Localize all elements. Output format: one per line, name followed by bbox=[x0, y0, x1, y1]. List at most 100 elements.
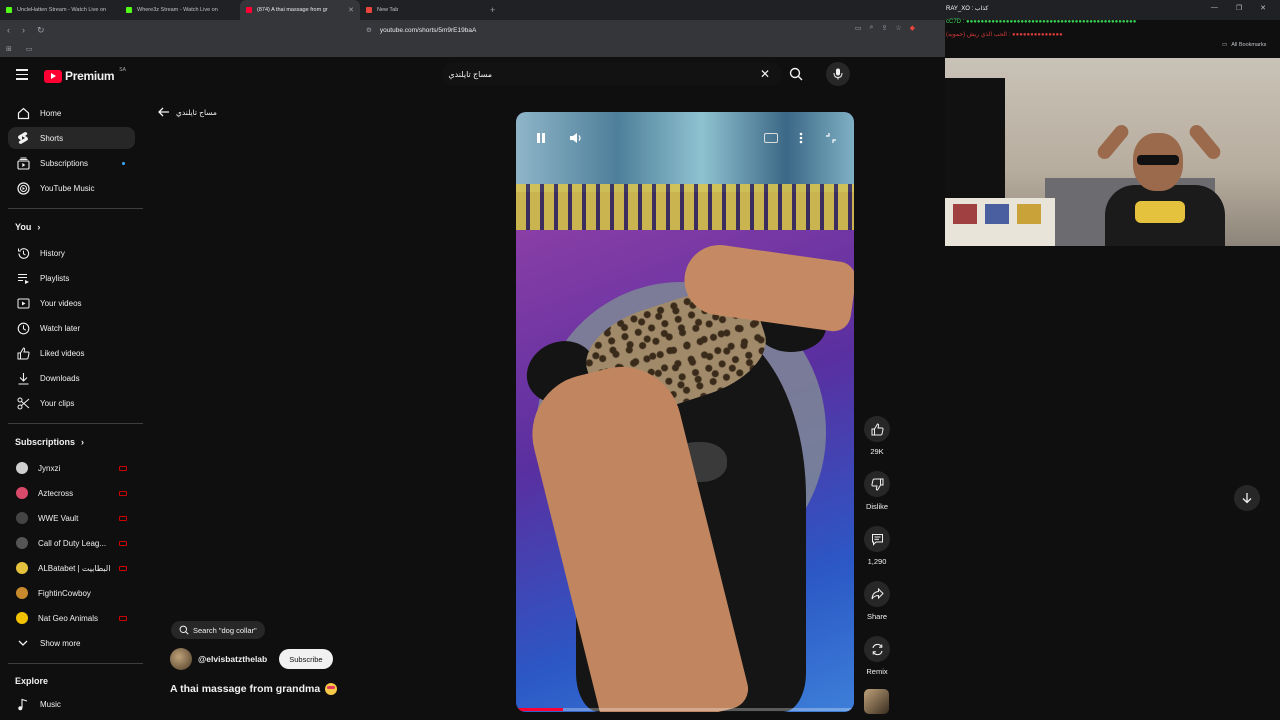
subscription-item[interactable]: Aztecross bbox=[8, 482, 135, 504]
channel-avatar bbox=[16, 537, 28, 549]
url-field[interactable]: ⚙ youtube.com/shorts/5m9rE19baA bbox=[366, 23, 906, 37]
chip-label: Search "dog collar" bbox=[193, 625, 257, 635]
dislike-label: Dislike bbox=[865, 502, 889, 511]
shorts-video-player[interactable] bbox=[516, 112, 854, 712]
sidebar-item-playlists[interactable]: Playlists bbox=[8, 267, 135, 289]
address-bar: ‹ › ↻ ⚙ youtube.com/shorts/5m9rE19baA ▭ … bbox=[0, 20, 945, 40]
divider bbox=[8, 423, 143, 424]
search-suggestion-chip[interactable]: Search "dog collar" bbox=[171, 621, 265, 639]
clear-search-icon[interactable]: ✕ bbox=[760, 67, 770, 81]
pause-button[interactable] bbox=[531, 128, 551, 148]
sidebar-item-watch-later[interactable]: Watch later bbox=[8, 317, 135, 339]
site-info-icon[interactable]: ⚙ bbox=[366, 26, 372, 34]
logo-text: Premium bbox=[65, 69, 115, 83]
channel-avatar bbox=[16, 612, 28, 624]
next-video-button[interactable] bbox=[1234, 485, 1260, 511]
brave-shield-icon[interactable]: ◆ bbox=[910, 24, 915, 32]
screen: UncleHatten Stream - Watch Live on Where… bbox=[0, 0, 1280, 720]
channel-avatar bbox=[16, 462, 28, 474]
sidebar-item-label: Nat Geo Animals bbox=[38, 613, 99, 623]
sidebar-item-your-clips[interactable]: Your clips bbox=[8, 392, 135, 414]
search-input[interactable]: مساج تايلندي bbox=[448, 70, 492, 79]
live-icon bbox=[119, 565, 127, 571]
sidebar-item-label: ALBatabet | البطابيت bbox=[38, 563, 111, 573]
sidebar-section-subscriptions[interactable]: Subscriptions › bbox=[15, 437, 84, 447]
comments-button[interactable]: 1,290 bbox=[862, 526, 892, 566]
sidebar-item-home[interactable]: Home bbox=[8, 102, 135, 124]
folder-icon[interactable]: ▭ bbox=[26, 45, 33, 53]
forward-icon[interactable]: › bbox=[22, 25, 25, 36]
sidebar-item-label: Shorts bbox=[40, 133, 64, 143]
divider bbox=[8, 208, 143, 209]
browser-tab[interactable]: Where3z Stream - Watch Live on bbox=[120, 0, 240, 20]
dislike-button[interactable]: Dislike bbox=[862, 471, 892, 511]
reload-icon[interactable]: ↻ bbox=[37, 25, 45, 36]
share-icon[interactable]: ⇪ bbox=[881, 24, 887, 32]
cast-icon[interactable]: ▭ bbox=[855, 24, 862, 32]
volume-button[interactable] bbox=[566, 128, 586, 148]
your-videos-icon bbox=[16, 296, 30, 310]
sidebar-item-label: History bbox=[40, 248, 65, 258]
show-more-button[interactable]: Show more bbox=[8, 632, 135, 654]
subscription-item[interactable]: Call of Duty Leag... bbox=[8, 532, 135, 554]
new-tab-icon[interactable]: + bbox=[490, 5, 495, 15]
chat-message: الحب الذي ريش (حمويه) : ●●●●●●●●●●●●●● bbox=[946, 32, 1063, 38]
voice-search-button[interactable] bbox=[826, 62, 850, 86]
sidebar-item-music[interactable]: Music bbox=[8, 693, 135, 715]
all-bookmarks[interactable]: ▭ All Bookmarks bbox=[1222, 42, 1266, 48]
apps-icon[interactable]: ⊞ bbox=[6, 45, 12, 53]
like-button[interactable]: 29K bbox=[862, 416, 892, 456]
comment-icon bbox=[864, 526, 890, 552]
stream-chat-overlay: RAY_XO : كذاب cC7D : ●●●●●●●●●●●●●●●●●●●… bbox=[946, 3, 1276, 42]
channel-name[interactable]: @elvisbatzthelab bbox=[198, 654, 267, 664]
browser-tab[interactable]: New Tab bbox=[360, 0, 480, 20]
sidebar-item-youtube-music[interactable]: YouTube Music bbox=[8, 177, 135, 199]
back-to-results-button[interactable]: مساج تايلندي bbox=[158, 107, 217, 117]
subscribe-button[interactable]: Subscribe bbox=[279, 649, 333, 669]
fullscreen-button[interactable] bbox=[821, 128, 841, 148]
browser-tab[interactable]: UncleHatten Stream - Watch Live on bbox=[0, 0, 120, 20]
sidebar-item-subscriptions[interactable]: Subscriptions bbox=[8, 152, 135, 174]
sidebar-item-liked-videos[interactable]: Liked videos bbox=[8, 342, 135, 364]
tab-title: (874) A thai massage from gr bbox=[257, 7, 328, 13]
channel-avatar bbox=[16, 562, 28, 574]
sidebar-item-your-videos[interactable]: Your videos bbox=[8, 292, 135, 314]
search-box[interactable]: مساج تايلندي ✕ bbox=[442, 62, 782, 86]
channel-avatar[interactable] bbox=[170, 648, 192, 670]
channel-row: @elvisbatzthelab Subscribe bbox=[170, 648, 333, 670]
close-tab-icon[interactable]: ✕ bbox=[348, 6, 354, 14]
youtube-premium-logo[interactable]: Premium SA bbox=[44, 67, 126, 83]
sidebar-item-shorts[interactable]: Shorts bbox=[8, 127, 135, 149]
share-button[interactable]: Share bbox=[862, 581, 892, 621]
sidebar-item-history[interactable]: History bbox=[8, 242, 135, 264]
youtube-page: Premium SA مساج تايلندي ✕ Home Shorts Su… bbox=[0, 57, 1260, 720]
captions-icon bbox=[764, 133, 778, 143]
subscription-item[interactable]: WWE Vault bbox=[8, 507, 135, 529]
sidebar-item-label: Your videos bbox=[40, 298, 82, 308]
captions-button[interactable] bbox=[761, 128, 781, 148]
sidebar-item-downloads[interactable]: Downloads bbox=[8, 367, 135, 389]
sound-thumbnail[interactable] bbox=[864, 689, 889, 714]
subscription-item[interactable]: FightinCowboy bbox=[8, 582, 135, 604]
live-icon bbox=[119, 515, 127, 521]
all-bookmarks-label: All Bookmarks bbox=[1231, 42, 1267, 48]
liked-videos-icon bbox=[16, 346, 30, 360]
more-options-button[interactable] bbox=[791, 128, 811, 148]
bookmark-star-icon[interactable]: ☆ bbox=[895, 24, 901, 32]
arrow-left-icon bbox=[158, 107, 169, 117]
search-button[interactable] bbox=[784, 62, 808, 86]
remix-button[interactable]: Remix bbox=[862, 636, 892, 676]
menu-icon[interactable] bbox=[16, 69, 28, 80]
sidebar-section-you[interactable]: You › bbox=[15, 222, 40, 232]
zoom-icon[interactable]: ⌕ bbox=[870, 24, 874, 32]
new-content-dot bbox=[122, 161, 125, 165]
subscription-item[interactable]: Nat Geo Animals bbox=[8, 607, 135, 629]
subscription-item[interactable]: Jynxzi bbox=[8, 457, 135, 479]
back-icon[interactable]: ‹ bbox=[7, 25, 10, 36]
subscription-item[interactable]: ALBatabet | البطابيت bbox=[8, 557, 135, 579]
heart-eyes-emoji-icon bbox=[325, 683, 338, 695]
browser-tab-active[interactable]: (874) A thai massage from gr ✕ bbox=[240, 0, 360, 20]
video-progress-bar[interactable] bbox=[516, 708, 854, 711]
youtube-music-icon bbox=[16, 181, 30, 195]
tab-title: Where3z Stream - Watch Live on bbox=[137, 7, 218, 13]
